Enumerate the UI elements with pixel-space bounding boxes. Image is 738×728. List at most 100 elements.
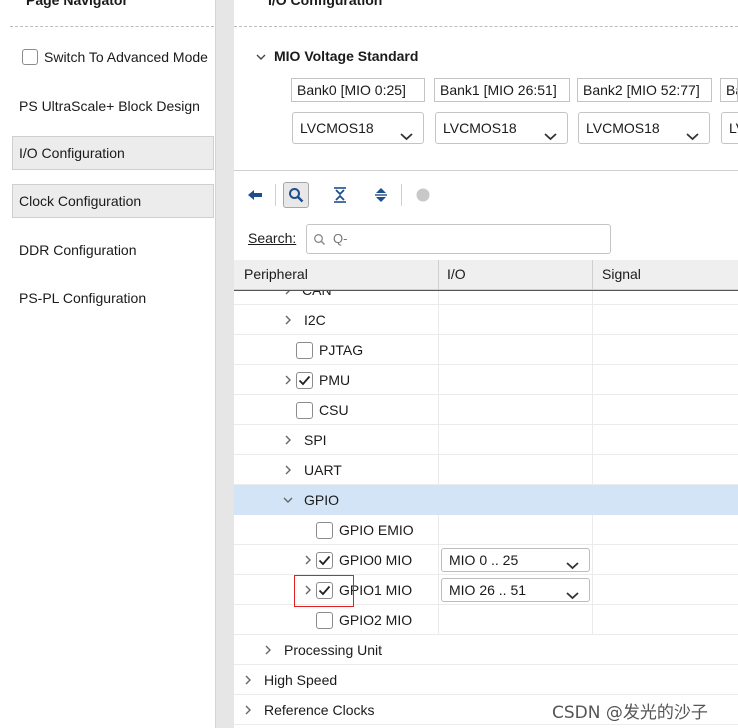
row-label: GPIO <box>304 492 340 508</box>
io-configuration-title: I/O Configuration <box>268 0 383 8</box>
row-label: SPI <box>304 432 327 448</box>
table-row-gpio2-mio[interactable]: GPIO2 MIO <box>234 605 738 635</box>
column-header-io[interactable]: I/O <box>447 266 466 282</box>
watermark-text: CSDN @发光的沙子 <box>552 703 708 723</box>
nav-item-io-configuration[interactable]: I/O Configuration <box>12 136 214 170</box>
table-row-i2c[interactable]: I2C <box>234 305 738 335</box>
nav-item-clock-configuration[interactable]: Clock Configuration <box>12 184 214 218</box>
bank2-voltage-value: LVCMOS18 <box>586 120 660 136</box>
row-label: CSU <box>319 402 349 418</box>
nav-item-ddr-configuration[interactable]: DDR Configuration <box>12 233 214 267</box>
chevron-right-icon[interactable] <box>264 644 272 656</box>
section-divider <box>234 170 738 171</box>
bank0-voltage-select[interactable]: LVCMOS18 <box>292 112 424 144</box>
peripheral-toolbar <box>234 178 738 212</box>
checkmark-icon <box>298 375 311 385</box>
mio-voltage-section-header[interactable]: MIO Voltage Standard <box>256 48 418 64</box>
table-row-spi[interactable]: SPI <box>234 425 738 455</box>
chevron-down-icon[interactable] <box>256 48 266 64</box>
table-row-uart[interactable]: UART <box>234 455 738 485</box>
advanced-mode-checkbox[interactable] <box>22 49 38 65</box>
peripheral-table-header: Peripheral I/O Signal <box>234 260 738 290</box>
back-arrow-icon[interactable] <box>242 182 268 208</box>
search-text-field[interactable] <box>331 230 605 247</box>
chevron-down-icon <box>566 554 579 576</box>
chevron-right-icon[interactable] <box>304 554 312 566</box>
row-label: CAN <box>302 290 332 298</box>
column-header-signal[interactable]: Signal <box>602 266 641 282</box>
chevron-right-icon[interactable] <box>244 674 252 686</box>
table-row-high-speed[interactable]: High Speed <box>234 665 738 695</box>
bank3-label: Ba <box>720 78 738 102</box>
search-icon <box>314 234 325 245</box>
chevron-down-icon <box>686 121 699 143</box>
table-row-pmu[interactable]: PMU <box>234 365 738 395</box>
gpio0-io-value: MIO 0 .. 25 <box>449 552 519 568</box>
row-label: I2C <box>304 312 326 328</box>
chevron-down-icon <box>566 584 579 606</box>
gpio2-mio-checkbox[interactable] <box>316 611 333 629</box>
table-row-gpio[interactable]: GPIO <box>234 485 738 515</box>
bank1-voltage-value: LVCMOS18 <box>443 120 517 136</box>
chevron-right-icon[interactable] <box>284 464 292 476</box>
gpio1-io-value: MIO 26 .. 51 <box>449 582 527 598</box>
bank0-voltage-value: LVCMOS18 <box>300 120 374 136</box>
row-label: GPIO EMIO <box>339 522 414 538</box>
collapse-all-icon[interactable] <box>327 182 353 208</box>
search-input[interactable] <box>306 224 611 254</box>
bank1-voltage-select[interactable]: LVCMOS18 <box>435 112 568 144</box>
chevron-down-icon <box>400 121 413 143</box>
column-header-peripheral[interactable]: Peripheral <box>244 266 308 282</box>
table-row-processing-unit[interactable]: Processing Unit <box>234 635 738 665</box>
bank2-voltage-select[interactable]: LVCMOS18 <box>578 112 710 144</box>
gpio-emio-checkbox[interactable] <box>316 521 333 539</box>
csu-checkbox[interactable] <box>296 401 313 419</box>
row-label: High Speed <box>264 672 338 688</box>
gpio0-mio-checkbox[interactable] <box>316 551 333 569</box>
bank0-label: Bank0 [MIO 0:25] <box>291 78 425 102</box>
row-label: GPIO0 MIO <box>339 552 413 568</box>
toolbar-divider <box>275 184 276 206</box>
expand-all-icon[interactable] <box>368 182 394 208</box>
table-row-gpio0-mio[interactable]: GPIO0 MIO MIO 0 .. 25 <box>234 545 738 575</box>
row-label: PMU <box>319 372 351 388</box>
highlight-annotation-box <box>294 575 354 607</box>
chevron-down-icon <box>544 121 557 143</box>
chevron-right-icon[interactable] <box>284 434 292 446</box>
nav-item-ps-pl-configuration[interactable]: PS-PL Configuration <box>12 281 214 315</box>
pjtag-checkbox[interactable] <box>296 341 313 359</box>
column-divider <box>438 260 439 289</box>
column-divider <box>592 260 593 289</box>
row-label: PJTAG <box>319 342 364 358</box>
chevron-right-icon[interactable] <box>244 704 252 716</box>
bank3-voltage-select[interactable]: LV <box>721 112 738 144</box>
row-label: GPIO2 MIO <box>339 612 413 628</box>
gpio1-io-select[interactable]: MIO 26 .. 51 <box>441 578 590 602</box>
status-dot-icon[interactable] <box>410 182 436 208</box>
row-label: Reference Clocks <box>264 702 375 718</box>
mio-voltage-section-label: MIO Voltage Standard <box>274 48 419 64</box>
search-icon[interactable] <box>283 182 309 208</box>
io-configuration-divider <box>234 26 738 27</box>
chevron-down-icon[interactable] <box>282 496 294 504</box>
chevron-right-icon[interactable] <box>284 374 292 386</box>
table-row-gpio-emio[interactable]: GPIO EMIO <box>234 515 738 545</box>
nav-item-ps-block-design[interactable]: PS UltraScale+ Block Design <box>12 89 214 123</box>
advanced-mode-toggle[interactable]: Switch To Advanced Mode <box>22 46 208 68</box>
navigator-divider <box>10 26 214 27</box>
scroll-edge-divider <box>234 290 738 291</box>
table-row-can[interactable]: CAN <box>234 290 738 305</box>
search-label: Search: <box>248 230 297 246</box>
table-row-pjtag[interactable]: PJTAG <box>234 335 738 365</box>
row-label: UART <box>304 462 342 478</box>
advanced-mode-label: Switch To Advanced Mode <box>44 49 208 65</box>
bank1-label: Bank1 [MIO 26:51] <box>434 78 570 102</box>
checkmark-icon <box>318 555 331 565</box>
bank2-label: Bank2 [MIO 52:77] <box>577 78 712 102</box>
toolbar-divider <box>401 184 402 206</box>
pmu-checkbox[interactable] <box>296 371 313 389</box>
table-row-csu[interactable]: CSU <box>234 395 738 425</box>
bank3-voltage-value: LV <box>729 120 738 136</box>
chevron-right-icon[interactable] <box>284 314 292 326</box>
gpio0-io-select[interactable]: MIO 0 .. 25 <box>441 548 590 572</box>
